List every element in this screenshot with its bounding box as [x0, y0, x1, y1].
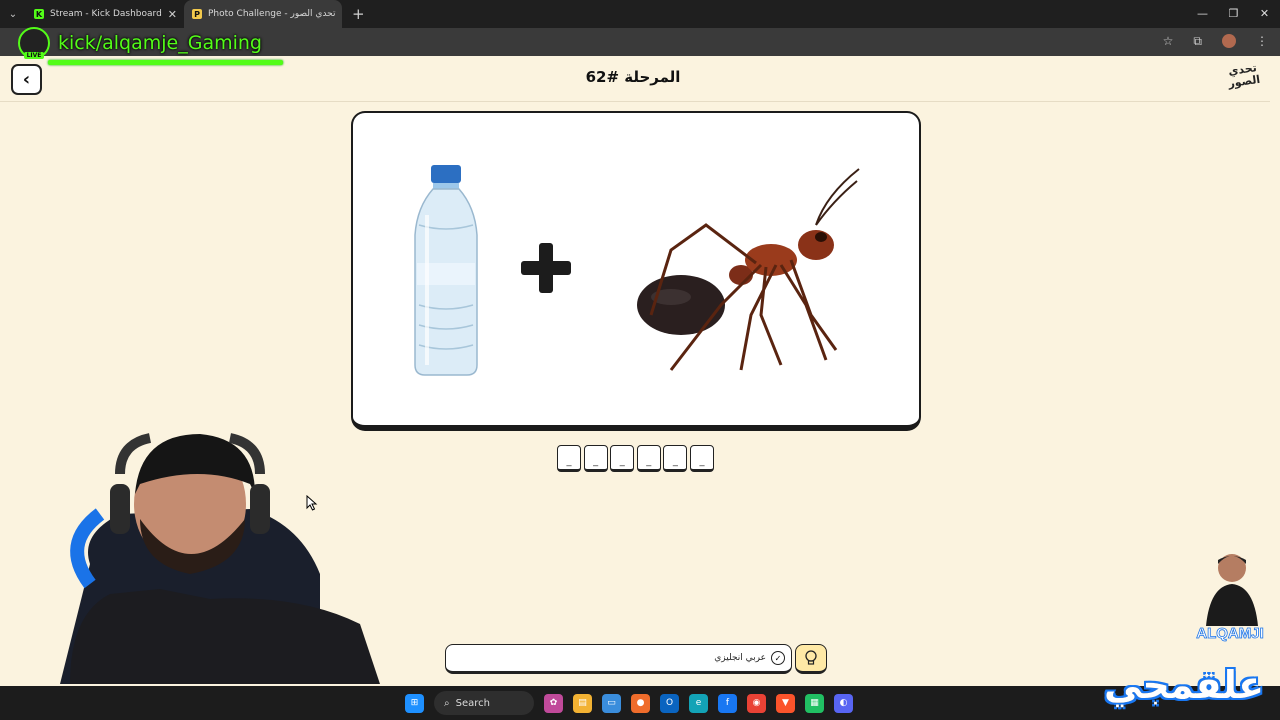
- photo-challenge-favicon-icon: P: [192, 9, 202, 19]
- mouse-cursor-icon: [306, 495, 318, 511]
- check-icon: ✓: [771, 651, 785, 665]
- ant-image: [637, 168, 860, 371]
- answer-slot[interactable]: _: [557, 445, 581, 472]
- window-controls: — ❐ ✕: [1187, 0, 1280, 28]
- file-explorer-icon[interactable]: ▤: [573, 693, 592, 713]
- outlook-icon[interactable]: O: [660, 693, 679, 713]
- kick-favicon-icon: K: [34, 9, 44, 19]
- close-icon[interactable]: ✕: [168, 8, 177, 21]
- extensions-icon[interactable]: ⧉: [1193, 34, 1202, 49]
- windows-start-icon[interactable]: ⊞: [405, 693, 424, 713]
- app-icon[interactable]: ▭: [602, 693, 621, 713]
- app-logo: تحدي الصور: [1227, 61, 1261, 91]
- maximize-button[interactable]: ❐: [1218, 0, 1249, 28]
- search-label: Search: [455, 697, 490, 709]
- answer-slot[interactable]: _: [610, 445, 635, 472]
- answer-slot[interactable]: _: [636, 445, 661, 472]
- windows-taskbar: ⊞ ⌕ Search ✿ ▤ ▭ ● O e f ◉ ▼ ▦ ◐: [0, 686, 1280, 720]
- tab-kick-dashboard[interactable]: K Stream - Kick Dashboard ✕: [26, 0, 184, 28]
- profile-avatar[interactable]: [1222, 34, 1236, 48]
- store-icon[interactable]: ▦: [805, 693, 824, 713]
- tab-photo-challenge[interactable]: P Photo Challenge - تحدي الصور ✕: [184, 0, 342, 28]
- streamer-badge: ALQAMJI: [1196, 554, 1264, 642]
- language-toggle-label: عربي انجليزي: [714, 653, 766, 663]
- tab-title: Photo Challenge - تحدي الصور: [208, 9, 336, 19]
- taskbar-search[interactable]: ⌕ Search: [434, 691, 534, 715]
- tab-search-icon[interactable]: ⌄: [0, 0, 26, 28]
- hint-button[interactable]: [795, 644, 827, 674]
- bookmark-star-icon[interactable]: ☆: [1163, 34, 1174, 49]
- new-tab-button[interactable]: +: [342, 5, 375, 23]
- close-window-button[interactable]: ✕: [1249, 0, 1280, 28]
- plus-icon: [521, 243, 571, 293]
- close-icon[interactable]: ✕: [342, 8, 343, 21]
- firefox-icon[interactable]: ●: [631, 693, 650, 713]
- kick-channel-overlay: LIVE kick/alqamje_Gaming: [18, 27, 262, 59]
- water-bottle-image: [414, 165, 478, 376]
- search-icon: ⌕: [444, 697, 450, 709]
- streamer-name: ALQAMJI: [1196, 625, 1264, 642]
- lightbulb-icon: [805, 650, 817, 665]
- level-title: المرحلة #62: [585, 68, 681, 86]
- streamer-signature: علقمجي: [1104, 663, 1265, 707]
- answer-slot[interactable]: _: [663, 445, 688, 472]
- facebook-icon[interactable]: f: [718, 693, 737, 713]
- tab-title: Stream - Kick Dashboard: [50, 9, 162, 19]
- channel-name: kick/alqamje_Gaming: [58, 32, 262, 54]
- toolbar-actions: ☆ ⧉ ⋮: [1163, 34, 1268, 49]
- answer-slot[interactable]: _: [689, 445, 714, 472]
- game-header: ‹ المرحلة #62 تحدي الصور: [0, 56, 1270, 102]
- live-avatar: LIVE: [18, 27, 50, 59]
- brave-icon[interactable]: ▼: [776, 693, 795, 713]
- flowers-widget-icon[interactable]: ✿: [544, 693, 563, 713]
- answer-slots: _ _ _ _ _ _: [557, 445, 714, 472]
- minimize-button[interactable]: —: [1187, 0, 1218, 28]
- answer-slot[interactable]: _: [583, 445, 608, 472]
- puzzle-card: [351, 111, 921, 431]
- language-toggle-bar[interactable]: عربي انجليزي ✓: [445, 644, 792, 674]
- chrome-icon[interactable]: ◉: [747, 693, 766, 713]
- discord-icon[interactable]: ◐: [834, 693, 853, 713]
- menu-dots-icon[interactable]: ⋮: [1256, 34, 1268, 49]
- edge-icon[interactable]: e: [689, 693, 708, 713]
- taskbar-icons: ⊞ ⌕ Search ✿ ▤ ▭ ● O e f ◉ ▼ ▦ ◐: [405, 686, 853, 720]
- webcam-feed: [60, 433, 380, 684]
- browser-tab-bar: ⌄ K Stream - Kick Dashboard ✕ P Photo Ch…: [0, 0, 1280, 28]
